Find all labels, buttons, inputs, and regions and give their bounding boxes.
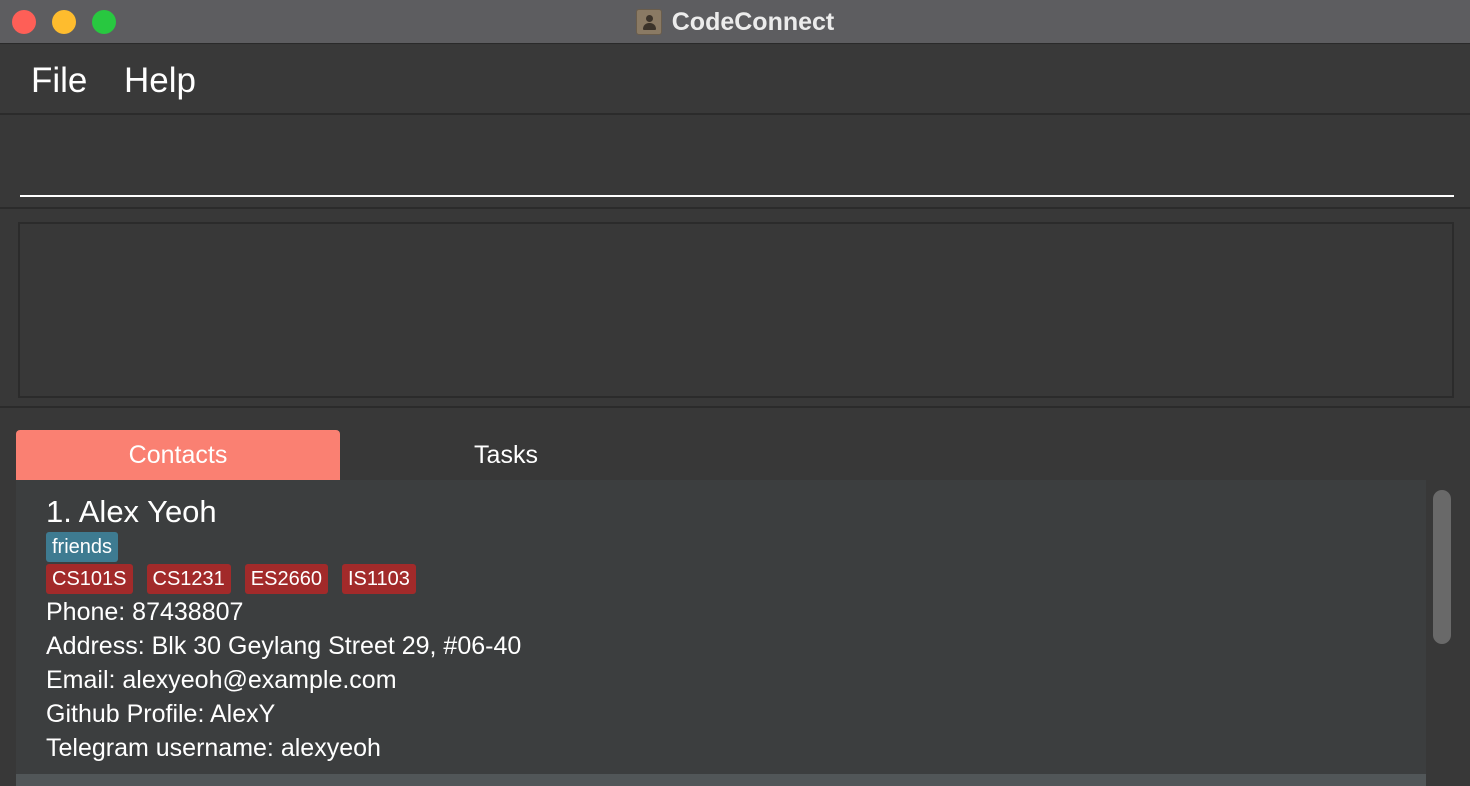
- result-display: [18, 222, 1454, 398]
- contact-name: 1. Alex Yeoh: [46, 494, 217, 529]
- contact-telegram: Telegram username: alexyeoh: [46, 734, 381, 762]
- contact-github: Github Profile: AlexY: [46, 700, 276, 728]
- next-contact-card[interactable]: [16, 774, 1426, 786]
- module-tag-row: CS101S CS1231 ES2660 IS1103: [46, 564, 416, 594]
- tab-pane: Contacts Tasks 1. Alex Yeoh friends CS10…: [0, 410, 1470, 786]
- command-box-area: [0, 117, 1470, 209]
- contact-book-icon: [635, 9, 662, 35]
- scrollbar-thumb[interactable]: [1433, 490, 1451, 644]
- menu-file[interactable]: File: [31, 61, 87, 101]
- module-tag: CS1231: [146, 564, 231, 594]
- contact-phone: Phone: 87438807: [46, 598, 244, 626]
- menu-help[interactable]: Help: [124, 61, 196, 101]
- module-tag: CS101S: [46, 564, 133, 594]
- contact-email: Email: alexyeoh@example.com: [46, 666, 397, 694]
- friend-tag: friends: [46, 532, 119, 562]
- tab-tasks[interactable]: Tasks: [344, 430, 668, 480]
- contact-list[interactable]: 1. Alex Yeoh friends CS101S CS1231 ES266…: [16, 480, 1426, 786]
- window-title-group: CodeConnect: [0, 0, 1470, 44]
- tab-contacts[interactable]: Contacts: [16, 430, 340, 480]
- contact-list-scrollbar[interactable]: [1426, 480, 1470, 786]
- result-display-area: [0, 211, 1470, 408]
- window-title: CodeConnect: [671, 7, 835, 36]
- command-input[interactable]: [20, 139, 1454, 197]
- module-tag: IS1103: [341, 564, 416, 594]
- contact-address: Address: Blk 30 Geylang Street 29, #06-4…: [46, 632, 522, 660]
- title-bar: CodeConnect: [0, 0, 1470, 44]
- contact-card[interactable]: 1. Alex Yeoh friends CS101S CS1231 ES266…: [16, 480, 1426, 774]
- role-tag-row: friends: [46, 532, 119, 562]
- menu-bar: File Help: [0, 45, 1470, 115]
- module-tag: ES2660: [244, 564, 328, 594]
